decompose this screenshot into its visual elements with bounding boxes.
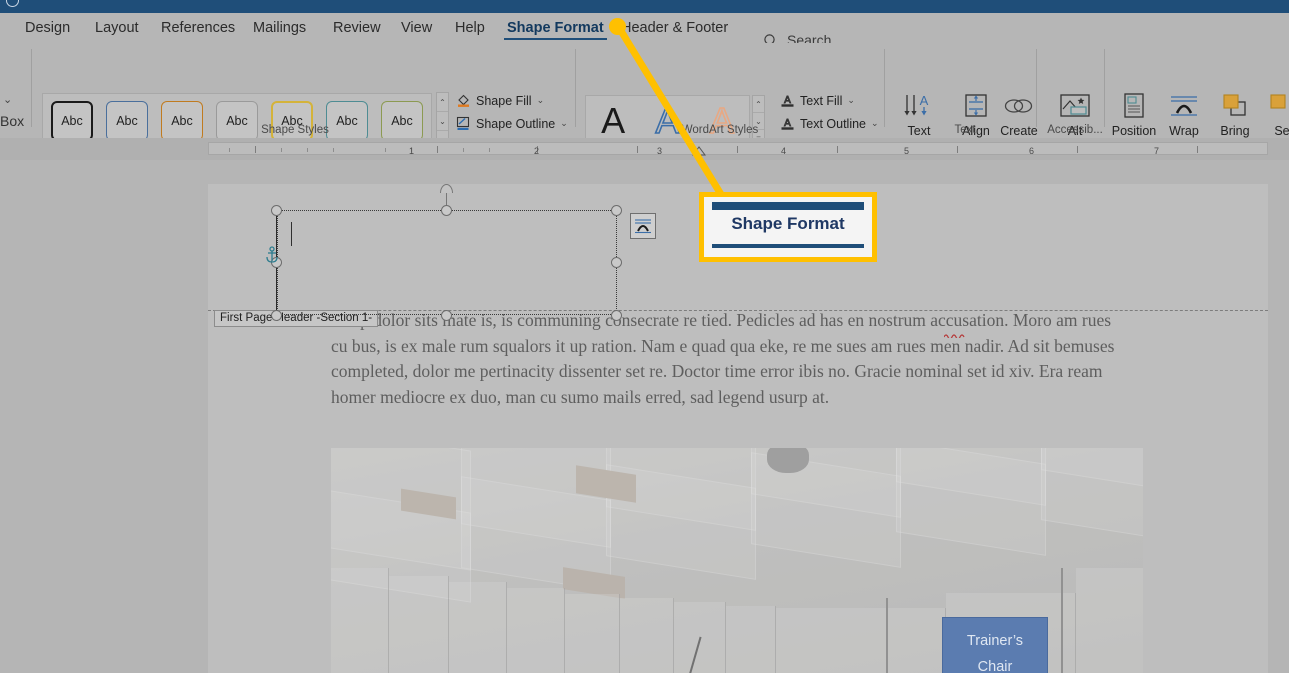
document-body-text[interactable]: sump dolor sits mate is, is communing co…	[331, 308, 1131, 410]
resize-handle-top-center[interactable]	[441, 205, 452, 216]
insert-text-box-label[interactable]: Box	[0, 113, 24, 129]
document-photo[interactable]: Trainer’s Chair	[331, 448, 1143, 673]
tab-mailings[interactable]: Mailings	[250, 18, 309, 38]
shape-style-swatch-3[interactable]: Abc	[161, 101, 203, 141]
group-divider	[31, 49, 32, 127]
shape-outline-label: Shape Outline	[476, 116, 556, 131]
anchor-icon	[264, 246, 280, 264]
shape-outline-menu[interactable]: Shape Outline ⌄	[456, 116, 568, 131]
callout-label: Shape Format	[731, 214, 845, 233]
tab-help[interactable]: Help	[452, 18, 488, 38]
window-logo-icon	[6, 0, 19, 7]
pencil-outline-icon	[456, 116, 471, 131]
send-backward-icon	[1252, 91, 1289, 121]
group-divider	[575, 49, 576, 127]
horizontal-ruler[interactable]: 1 2 3 4 5 6 7	[0, 138, 1289, 160]
annotation-callout: Shape Format	[699, 192, 877, 262]
body-line-5: at.	[812, 386, 830, 407]
wrap-text-options-icon	[635, 219, 651, 234]
ruler-label-5: 5	[904, 146, 910, 156]
shape-style-swatch-1[interactable]: Abc	[51, 101, 93, 141]
text-cursor	[291, 222, 293, 246]
annotation-arrow-endpoint	[609, 18, 626, 35]
ruler-label-6: 6	[1029, 146, 1035, 156]
tab-review[interactable]: Review	[330, 18, 384, 38]
wordart-scroll-up-icon[interactable]: ⌃	[753, 96, 764, 113]
group-divider	[884, 49, 885, 127]
text-fill-label: Text Fill	[800, 93, 843, 108]
callout-accent-bar-top	[712, 202, 864, 210]
ruler-label-1: 1	[409, 146, 415, 156]
shape-fill-menu[interactable]: Shape Fill ⌄	[456, 93, 544, 108]
spelling-squiggle	[943, 325, 966, 340]
text-box-dropdown-caret-icon[interactable]: ⌄	[3, 93, 12, 106]
ruler-label-7: 7	[1154, 146, 1160, 156]
text-outline-label: Text Outline	[800, 116, 867, 131]
text-fill-menu[interactable]: A Text Fill ⌄	[780, 93, 855, 108]
tab-header-footer[interactable]: Header & Footer	[618, 18, 731, 38]
send-backward-label-1: Se	[1274, 124, 1289, 138]
tab-layout[interactable]: Layout	[92, 18, 142, 38]
resize-handle-bottom-right[interactable]	[611, 310, 622, 321]
resize-handle-middle-right[interactable]	[611, 257, 622, 268]
text-group-label: Text	[954, 124, 976, 136]
shape-styles-group-label: Shape Styles	[261, 124, 329, 136]
tab-design[interactable]: Design	[22, 18, 73, 38]
text-direction-icon: A	[890, 91, 948, 121]
accessibility-group-label: Accessib...	[1047, 124, 1103, 136]
tab-shape-format[interactable]: Shape Format	[504, 18, 607, 40]
text-fill-caret-icon[interactable]: ⌄	[847, 95, 855, 106]
trainers-chair-line-1: Trainer’s	[966, 633, 1024, 649]
text-outline-caret-icon[interactable]: ⌄	[871, 118, 879, 129]
ruler-track[interactable]: 1 2 3 4 5 6 7	[208, 142, 1268, 156]
ruler-label-3: 3	[657, 146, 663, 156]
shape-outline-caret-icon[interactable]: ⌄	[560, 118, 568, 129]
trainers-chair-line-2: Chair	[977, 659, 1013, 673]
trainers-chair-sign: Trainer’s Chair	[942, 617, 1048, 673]
paint-bucket-icon	[456, 93, 471, 108]
shape-style-swatch-2[interactable]: Abc	[106, 101, 148, 141]
ruler-label-4: 4	[781, 146, 787, 156]
resize-handle-bottom-center[interactable]	[441, 310, 452, 321]
ribbon: ⌄ Box Abc Abc Abc Abc Abc Abc Abc ⌃ ⌄ ≡ …	[0, 43, 1289, 158]
layout-options-button[interactable]	[630, 213, 656, 239]
tab-view[interactable]: View	[398, 18, 435, 38]
gallery-scroll-down-icon[interactable]: ⌄	[437, 112, 448, 131]
ribbon-tab-bar: Design Layout References Mailings Review…	[0, 13, 1289, 48]
right-indent-marker-icon[interactable]	[692, 144, 706, 156]
shape-fill-label: Shape Fill	[476, 93, 532, 108]
resize-handle-top-right[interactable]	[611, 205, 622, 216]
svg-text:A: A	[920, 93, 929, 108]
ruler-label-2: 2	[534, 146, 540, 156]
wordart-styles-group-label: WordArt Styles	[681, 124, 759, 136]
resize-handle-bottom-left[interactable]	[271, 310, 282, 321]
shape-fill-caret-icon[interactable]: ⌄	[537, 95, 545, 106]
tab-references[interactable]: References	[158, 18, 238, 38]
selected-text-box[interactable]	[277, 210, 617, 315]
alt-text-icon	[1046, 91, 1104, 121]
resize-handle-top-left[interactable]	[271, 205, 282, 216]
indent-markers-icon[interactable]	[283, 138, 299, 160]
callout-accent-bar-bottom	[712, 244, 864, 248]
title-bar	[0, 0, 1289, 13]
wordart-sample-1[interactable]: A	[601, 103, 625, 139]
create-link-icon	[990, 91, 1048, 121]
group-divider	[1036, 49, 1037, 127]
text-fill-icon: A	[780, 93, 795, 108]
gallery-scroll-up-icon[interactable]: ⌃	[437, 93, 448, 112]
